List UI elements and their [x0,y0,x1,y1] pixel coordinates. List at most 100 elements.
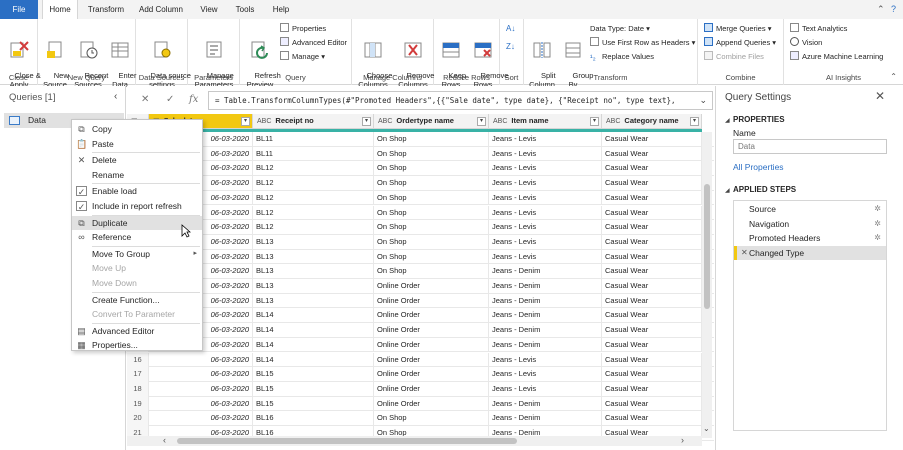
table-cell[interactable]: Jeans - Levis [489,352,602,368]
table-cell[interactable]: Jeans - Denim [489,323,602,338]
sort-descending-button[interactable]: Z↓ [506,41,515,53]
table-cell[interactable]: BL13 [253,234,374,250]
step-settings-gear-icon[interactable]: ✲ [874,231,881,245]
table-row[interactable]: 306-03-2020BL12On ShopJeans - LevisCasua… [127,161,714,177]
table-cell[interactable]: Jeans - Levis [489,234,602,250]
table-cell[interactable]: On Shop [374,205,489,221]
properties-collapse-icon[interactable]: ◢ [725,117,730,124]
table-cell[interactable]: Jeans - Levis [489,381,602,397]
table-cell[interactable]: Jeans - Levis [489,367,602,382]
table-cell[interactable]: BL12 [253,220,374,235]
table-cell[interactable]: BL12 [253,205,374,221]
table-cell[interactable]: BL12 [253,161,374,177]
table-cell[interactable]: Casual Wear [602,161,702,177]
table-row[interactable]: 1006-03-2020BL13On ShopJeans - DenimCasu… [127,264,714,279]
query-name-input[interactable]: Data [733,139,887,154]
table-cell[interactable]: 06-03-2020 [149,352,253,368]
table-cell[interactable]: BL12 [253,190,374,206]
applied-step[interactable]: Navigation ✲ [734,217,886,231]
vision-button[interactable]: Vision [790,37,822,49]
table-cell[interactable]: Jeans - Denim [489,264,602,279]
menu-item-delete[interactable]: ✕ Delete [72,153,202,167]
column-filter-dropdown-icon[interactable]: ▾ [241,117,250,126]
table-cell[interactable]: Jeans - Levis [489,249,602,265]
table-cell[interactable]: Casual Wear [602,308,702,324]
tab-file[interactable]: File [0,0,38,19]
scroll-down-icon[interactable]: ⌄ [703,424,710,433]
horizontal-scroll-thumb[interactable] [177,438,517,444]
table-cell[interactable]: Casual Wear [602,146,702,162]
table-cell[interactable]: BL13 [253,279,374,294]
menu-item-move-down[interactable]: Move Down [72,276,202,290]
all-properties-link[interactable]: All Properties [733,162,784,172]
text-analytics-button[interactable]: Text Analytics [790,23,847,35]
table-cell[interactable]: BL16 [253,411,374,426]
table-cell[interactable]: Online Order [374,293,489,309]
table-cell[interactable]: Jeans - Levis [489,190,602,206]
horizontal-scrollbar[interactable]: ‹ › [127,435,702,446]
fx-icon[interactable]: fx [189,94,198,105]
table-cell[interactable]: 06-03-2020 [149,381,253,397]
table-row[interactable]: 18 06-03-2020 BL15 Online Order Jeans - Levi… [127,381,714,397]
table-cell[interactable]: Online Order [374,323,489,338]
confirm-formula-icon[interactable]: ✓ [166,94,174,105]
tab-home[interactable]: Home [42,0,78,19]
table-cell[interactable]: Casual Wear [602,132,702,147]
table-row[interactable]: 806-03-2020BL13On ShopJeans - LevisCasua… [127,234,714,250]
table-cell[interactable]: 06-03-2020 [149,411,253,426]
table-cell[interactable]: Casual Wear [602,352,702,368]
table-row[interactable]: 406-03-2020BL12On ShopJeans - LevisCasua… [127,176,714,191]
table-cell[interactable]: Casual Wear [602,367,702,382]
table-cell[interactable]: 06-03-2020 [149,396,253,412]
tab-view[interactable]: View [194,0,224,19]
column-type-icon[interactable]: ABC [493,115,507,128]
table-cell[interactable]: Jeans - Levis [489,132,602,147]
tab-add-column[interactable]: Add Column [134,0,188,19]
table-cell[interactable]: BL13 [253,264,374,279]
table-cell[interactable]: BL13 [253,249,374,265]
help-icon[interactable]: ? [891,4,896,14]
delete-step-icon[interactable]: ✕ [741,246,748,260]
table-row[interactable]: 17 06-03-2020 BL15 Online Order Jeans - Levi… [127,367,714,382]
menu-item-include-in-report-refresh[interactable]: ✓ Include in report refresh [72,199,202,213]
table-cell[interactable]: Jeans - Denim [489,396,602,412]
column-type-icon[interactable]: ABC [257,115,271,128]
table-cell[interactable]: Jeans - Levis [489,161,602,177]
menu-item-copy[interactable]: ⧉ Copy [72,122,202,136]
close-settings-icon[interactable]: ✕ [875,89,885,103]
table-cell[interactable]: Casual Wear [602,234,702,250]
scroll-left-icon[interactable]: ‹ [163,435,166,445]
table-cell[interactable]: On Shop [374,411,489,426]
table-cell[interactable]: Online Order [374,352,489,368]
table-cell[interactable]: Casual Wear [602,190,702,206]
table-row[interactable]: 1406-03-2020BL14Online OrderJeans - Deni… [127,323,714,338]
tab-tools[interactable]: Tools [228,0,262,19]
table-cell[interactable]: On Shop [374,249,489,265]
table-row[interactable]: 206-03-2020BL11On ShopJeans - LevisCasua… [127,146,714,162]
table-cell[interactable]: On Shop [374,161,489,177]
cancel-formula-icon[interactable]: ✕ [141,94,149,105]
applied-steps-collapse-icon[interactable]: ◢ [725,187,730,194]
column-header[interactable]: ABC Ordertype name ▾ [374,114,489,129]
sort-ascending-button[interactable]: A↓ [506,23,515,35]
table-cell[interactable]: Casual Wear [602,249,702,265]
column-type-icon[interactable]: ABC [378,115,392,128]
table-cell[interactable]: Casual Wear [602,323,702,338]
append-queries-button[interactable]: Append Queries ▾ [704,37,776,49]
table-row[interactable]: 19 06-03-2020 BL15 Online Order Jeans - Deni… [127,396,714,412]
menu-item-move-up[interactable]: Move Up [72,261,202,275]
column-header[interactable]: ABC Category name ▾ [602,114,702,129]
table-row[interactable]: 506-03-2020BL12On ShopJeans - LevisCasua… [127,190,714,206]
column-filter-dropdown-icon[interactable]: ▾ [690,117,699,126]
table-cell[interactable]: Jeans - Denim [489,293,602,309]
table-cell[interactable]: Casual Wear [602,396,702,412]
table-cell[interactable]: Jeans - Denim [489,337,602,353]
scroll-right-icon[interactable]: › [681,435,684,445]
advanced-editor-button[interactable]: Advanced Editor [280,37,347,49]
expand-formula-chevron-icon[interactable]: ⌄ [699,95,707,106]
table-cell[interactable]: Jeans - Denim [489,279,602,294]
table-row[interactable]: 20 06-03-2020 BL16 On Shop Jeans - Denim Casu… [127,411,714,426]
table-row[interactable]: 106-03-2020BL11On ShopJeans - LevisCasua… [127,132,714,147]
menu-item-create-function[interactable]: Create Function... [72,293,202,307]
table-row[interactable]: 16 06-03-2020 BL14 Online Order Jeans - Levi… [127,352,714,368]
